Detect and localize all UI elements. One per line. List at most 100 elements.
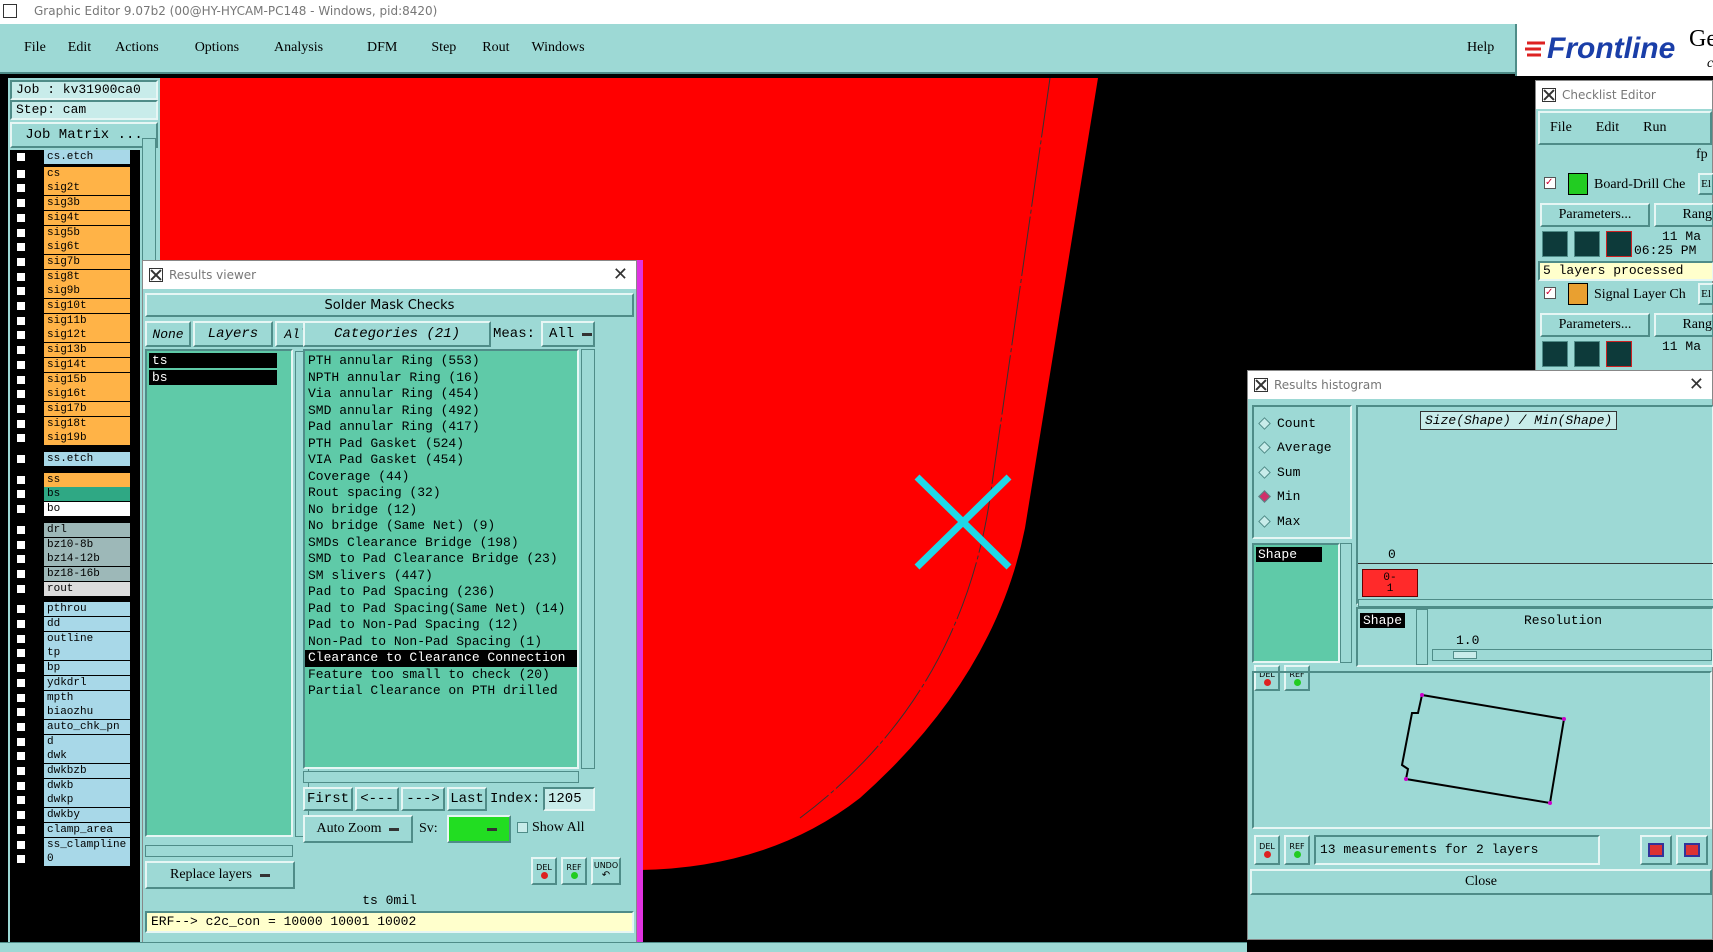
category-listbox[interactable]: PTH annular Ring (553) NPTH annular Ring … — [303, 349, 579, 769]
layer-row[interactable]: cs — [10, 166, 132, 181]
layer-row[interactable]: sig5b — [10, 225, 132, 240]
resolution-slider[interactable] — [1432, 649, 1712, 661]
sv-color-select[interactable] — [447, 815, 511, 843]
category-item[interactable]: Pad to Pad Spacing(Same Net) (14) — [305, 601, 577, 618]
ref-button[interactable]: REF — [561, 857, 587, 885]
checklist-menu-file[interactable]: File — [1550, 120, 1572, 136]
layer-row[interactable]: ss.etch — [10, 452, 132, 466]
category-hscrollbar[interactable] — [303, 771, 579, 783]
layer-checkbox[interactable] — [16, 736, 26, 747]
prev-button[interactable]: <--- — [355, 787, 399, 811]
slider-handle[interactable] — [1453, 651, 1477, 659]
category-item[interactable]: Rout spacing (32) — [305, 485, 577, 502]
layer-checkbox[interactable] — [16, 795, 26, 806]
close-button[interactable]: Close — [1250, 869, 1712, 895]
layer-checkbox[interactable] — [16, 433, 26, 444]
layer-row[interactable]: sig11b — [10, 313, 132, 328]
layer-checkbox[interactable] — [16, 810, 26, 821]
layer-checkbox[interactable] — [16, 454, 26, 464]
layer-row[interactable]: ss_clampline — [10, 837, 132, 852]
menu-options[interactable]: Options — [195, 40, 239, 56]
check-item-er[interactable]: El — [1698, 283, 1713, 305]
category-item[interactable]: NPTH annular Ring (16) — [305, 370, 577, 387]
next-button[interactable]: ---> — [401, 787, 445, 811]
layer-checkbox[interactable] — [16, 539, 26, 550]
none-button[interactable]: None — [145, 321, 191, 347]
layer-row[interactable]: sig8t — [10, 269, 132, 284]
menu-file[interactable]: File — [24, 40, 46, 56]
category-item[interactable]: Pad to Non-Pad Spacing (12) — [305, 617, 577, 634]
layer-checkbox[interactable] — [16, 554, 26, 565]
run-icon[interactable] — [1542, 341, 1568, 367]
layer-row[interactable]: auto_chk_pn — [10, 719, 132, 734]
index-input[interactable]: 1205 — [543, 787, 595, 811]
layer-checkbox[interactable] — [16, 604, 26, 615]
close-icon[interactable]: ✕ — [613, 264, 628, 285]
result-layer-item[interactable]: bs — [149, 370, 277, 385]
category-item[interactable]: Partial Clearance on PTH drilled — [305, 683, 577, 700]
layer-checkbox[interactable] — [16, 583, 26, 594]
layer-checkbox[interactable] — [16, 168, 26, 179]
radio-diamond-icon[interactable] — [1258, 490, 1271, 504]
category-item[interactable]: No bridge (12) — [305, 502, 577, 519]
check-item-er[interactable]: El — [1698, 173, 1713, 195]
layer-checkbox[interactable] — [16, 524, 26, 535]
category-item[interactable]: SMD to Pad Clearance Bridge (23) — [305, 551, 577, 568]
layer-checkbox[interactable] — [16, 489, 26, 500]
layer-row[interactable]: clamp_area — [10, 822, 132, 837]
category-scrollbar[interactable] — [581, 349, 595, 769]
menu-step[interactable]: Step — [431, 40, 456, 56]
layer-row[interactable]: sig2t — [10, 181, 132, 196]
layer-checkbox[interactable] — [16, 568, 26, 579]
menu-analysis[interactable]: Analysis — [274, 40, 323, 56]
layer-row[interactable]: sig14t — [10, 357, 132, 372]
category-item[interactable]: VIA Pad Gasket (454) — [305, 452, 577, 469]
run-icon[interactable] — [1606, 341, 1632, 367]
radio-diamond-icon[interactable] — [1258, 416, 1271, 430]
layer-checkbox[interactable] — [16, 780, 26, 791]
shape-mini-scrollbar[interactable] — [1416, 609, 1428, 665]
layer-row[interactable]: bz18-16b — [10, 566, 132, 581]
categories-button[interactable]: Categories (21) — [303, 321, 491, 347]
layer-checkbox[interactable] — [16, 301, 26, 311]
radio-diamond-icon[interactable] — [1258, 465, 1271, 479]
layer-checkbox[interactable] — [16, 766, 26, 776]
layer-checkbox[interactable] — [16, 692, 26, 703]
result-layer-item[interactable]: ts — [149, 353, 277, 368]
stat-option-max[interactable]: Max — [1258, 509, 1350, 534]
range-button[interactable]: Rang — [1654, 203, 1713, 227]
replace-layers-button[interactable]: Replace layers — [145, 861, 295, 889]
layer-checkbox[interactable] — [16, 271, 26, 282]
stat-option-average[interactable]: Average — [1258, 436, 1350, 461]
layer-checkbox[interactable] — [16, 389, 26, 400]
category-item[interactable]: PTH annular Ring (553) — [305, 353, 577, 370]
check-item-name[interactable]: Board-Drill Che — [1594, 177, 1685, 193]
layer-checkbox[interactable] — [16, 212, 26, 223]
layer-row[interactable]: dwkb — [10, 778, 132, 793]
layer-row[interactable]: bo — [10, 502, 132, 517]
layers-button[interactable]: Layers — [193, 321, 273, 347]
layer-checkbox[interactable] — [16, 633, 26, 644]
layer-checkbox[interactable] — [16, 198, 26, 209]
checklist-menu-edit[interactable]: Edit — [1596, 120, 1619, 136]
parameters-button[interactable]: Parameters... — [1540, 313, 1650, 337]
menu-actions[interactable]: Actions — [115, 40, 159, 56]
layer-checkbox[interactable] — [16, 418, 26, 429]
job-matrix-button[interactable]: Job Matrix ... — [10, 122, 158, 148]
graph-hscrollbar[interactable] — [1358, 599, 1713, 607]
run-icon[interactable] — [1542, 231, 1568, 257]
layer-row[interactable]: mpth — [10, 690, 132, 705]
layer-row[interactable]: sig6t — [10, 240, 132, 255]
undo-button[interactable]: UNDO ↶ — [591, 857, 621, 885]
layer-row[interactable]: sig12t — [10, 328, 132, 343]
layer-row[interactable]: bp — [10, 661, 132, 676]
layer-checkbox[interactable] — [16, 839, 26, 850]
layer-checkbox[interactable] — [16, 403, 26, 414]
layer-checkbox[interactable] — [16, 315, 26, 326]
menu-windows[interactable]: Windows — [532, 40, 585, 56]
layer-row[interactable]: sig13b — [10, 343, 132, 358]
layer-row[interactable]: sig9b — [10, 284, 132, 299]
layer-listbox-hscrollbar[interactable] — [145, 845, 293, 857]
layer-row[interactable]: dwk — [10, 749, 132, 764]
help-menu[interactable]: Help — [1467, 40, 1494, 56]
